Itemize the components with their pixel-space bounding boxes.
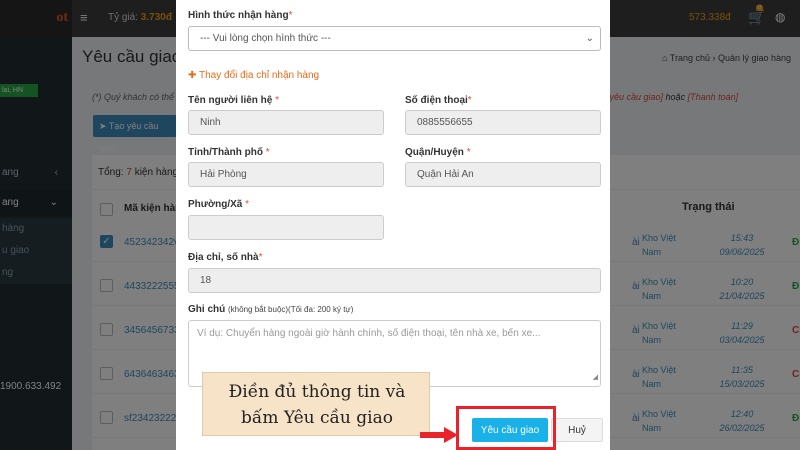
required-mark: * xyxy=(466,147,471,158)
address-label: Địa chỉ, số nhà* xyxy=(188,252,262,263)
select-value: --- Vui lòng chọn hình thức --- xyxy=(200,33,331,44)
label-text: Tỉnh/Thành phố xyxy=(188,147,263,158)
note-placeholder: Ví dụ: Chuyển hàng ngoài giờ hành chính,… xyxy=(197,328,541,339)
instruction-line-2: bấm Yêu cầu giao xyxy=(241,408,393,428)
contact-name-field[interactable]: Ninh xyxy=(188,110,384,135)
delivery-method-select[interactable]: --- Vui lòng chọn hình thức --- ⌄ xyxy=(188,26,601,51)
required-mark: * xyxy=(245,199,250,210)
ward-select[interactable] xyxy=(188,215,384,240)
label-text: Quận/Huyện xyxy=(405,147,464,158)
chevron-down-icon: ⌄ xyxy=(585,33,594,44)
province-select[interactable]: Hải Phòng xyxy=(188,162,384,187)
note-label: Ghi chú (không bắt buộc)(Tối đa: 200 ký … xyxy=(188,304,353,315)
instruction-text: Điền đủ thông tin và bấm Yêu cầu giao xyxy=(203,379,431,431)
label-text: Số điện thoại xyxy=(405,95,468,106)
change-address-text: Thay đổi địa chỉ nhận hàng xyxy=(199,70,320,81)
required-mark: * xyxy=(288,10,293,21)
phone-field[interactable]: 0885556655 xyxy=(405,110,601,135)
label-text: Phường/Xã xyxy=(188,199,243,210)
contact-name-label: Tên người liên hệ * xyxy=(188,95,279,106)
cancel-button[interactable]: Huỷ xyxy=(551,418,603,442)
change-address-link[interactable]: ✚ Thay đổi địa chỉ nhận hàng xyxy=(188,70,319,81)
label-text: Hình thức nhận hàng xyxy=(188,10,289,21)
required-mark: * xyxy=(275,95,280,106)
district-select[interactable]: Quận Hải An xyxy=(405,162,601,187)
resize-handle-icon[interactable]: ◢ xyxy=(593,371,598,385)
instruction-line-1: Điền đủ thông tin và xyxy=(228,382,406,402)
note-hint: (không bắt buộc)(Tối đa: 200 ký tự) xyxy=(228,305,354,314)
required-mark: * xyxy=(467,95,472,106)
label-text: Địa chỉ, số nhà xyxy=(188,252,259,263)
delivery-method-label: Hình thức nhận hàng* xyxy=(188,10,292,21)
highlight-box xyxy=(456,406,556,450)
arrow-right-icon xyxy=(420,427,458,443)
address-field[interactable]: 18 xyxy=(188,268,601,293)
label-text: Tên người liên hệ xyxy=(188,95,273,106)
phone-label: Số điện thoại* xyxy=(405,95,472,106)
plus-icon: ✚ xyxy=(188,70,197,81)
province-label: Tỉnh/Thành phố * xyxy=(188,147,270,158)
district-label: Quận/Huyện * xyxy=(405,147,471,158)
ward-label: Phường/Xã * xyxy=(188,199,249,210)
required-mark: * xyxy=(258,252,263,263)
required-mark: * xyxy=(265,147,270,158)
label-text: Ghi chú xyxy=(188,304,226,315)
instruction-callout: Điền đủ thông tin và bấm Yêu cầu giao xyxy=(202,372,430,436)
